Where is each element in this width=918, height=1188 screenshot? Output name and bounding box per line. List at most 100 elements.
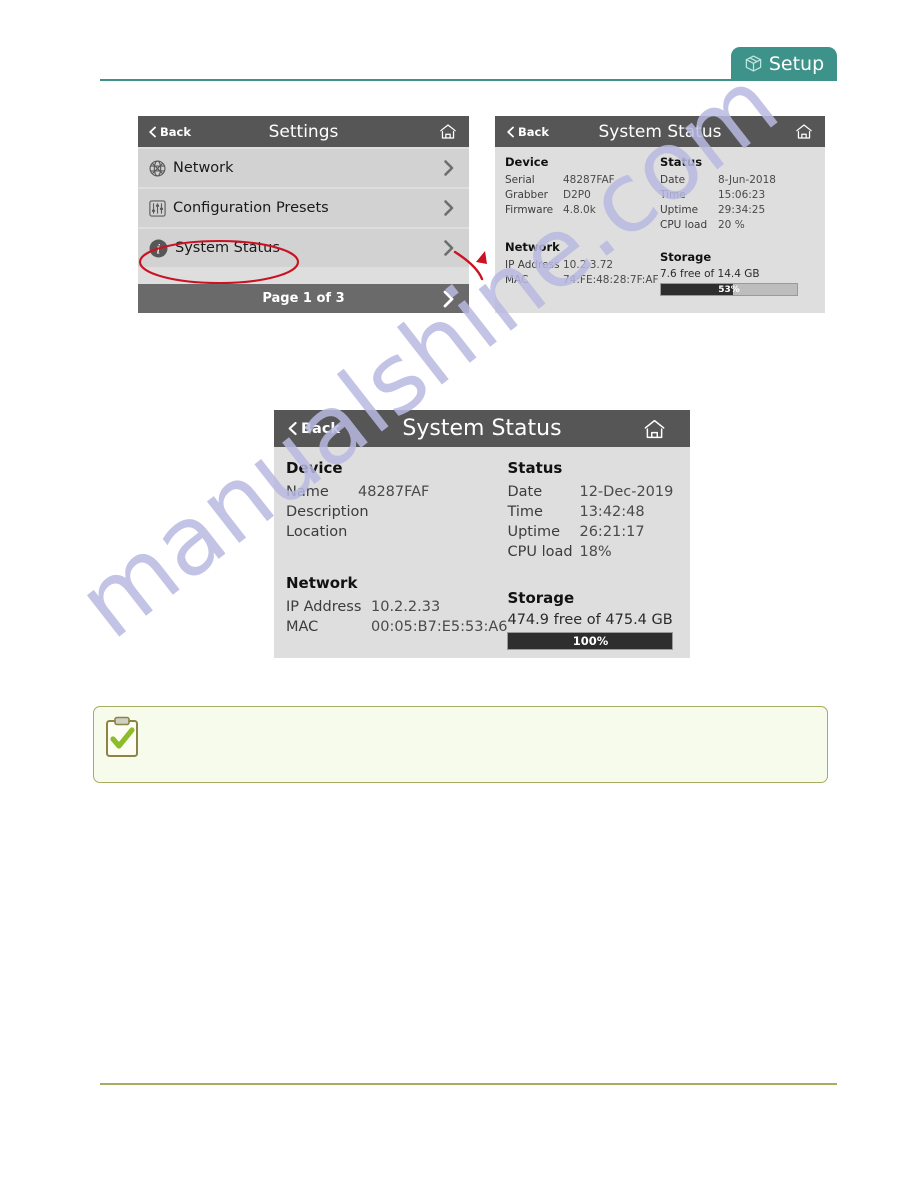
row-key: Time (660, 189, 686, 201)
device-row-location: Location (286, 522, 507, 542)
row-value: 29:34:25 (718, 204, 766, 216)
device-heading: Device (505, 155, 549, 169)
clipboard-check-icon (104, 716, 140, 758)
device-row-serial: Serial 48287FAF (505, 173, 660, 188)
chevron-right-icon (443, 200, 455, 217)
row-key: CPU load (660, 219, 708, 231)
back-button[interactable]: Back (287, 421, 340, 437)
row-key: MAC (286, 619, 319, 635)
chevron-right-icon[interactable] (442, 290, 455, 308)
row-value: 00:05:B7:E5:53:A6 (371, 619, 508, 635)
pagination-footer[interactable]: Page 1 of 3 (138, 284, 469, 313)
chevron-right-icon (443, 160, 455, 177)
storage-progress-bar: 53% (660, 283, 798, 296)
back-button-label: Back (518, 124, 549, 139)
status-row-time: Time 15:06:23 (660, 188, 815, 203)
settings-panel: Back Settings Network Configuration Pres… (138, 116, 469, 313)
status-heading: Status (660, 155, 703, 169)
red-arrow-head (476, 251, 487, 264)
storage-progress-bar: 100% (507, 632, 674, 650)
back-button-label: Back (301, 420, 341, 437)
chevron-right-icon (443, 240, 455, 257)
network-heading: Network (286, 574, 358, 592)
row-key: CPU load (507, 544, 573, 560)
row-value: 15:06:23 (718, 189, 766, 201)
chevron-left-icon (148, 126, 157, 138)
row-value: D2P0 (563, 189, 591, 201)
pagination-label: Page 1 of 3 (262, 291, 345, 306)
status-column: Status Date 8-Jun-2018 Time 15:06:23 Upt… (660, 155, 815, 296)
sidebar-item-label: Configuration Presets (173, 200, 329, 216)
status-panel-header: Back System Status (495, 116, 825, 147)
network-row-ip: IP Address 10.2.2.33 (286, 597, 507, 617)
storage-heading: Storage (660, 250, 712, 264)
globe-icon (148, 159, 167, 178)
sliders-icon (148, 199, 167, 218)
storage-summary: 474.9 free of 475.4 GB (507, 612, 673, 628)
row-value: 74:FE:48:28:7F:AF (563, 274, 659, 286)
chevron-left-icon (506, 126, 515, 138)
status-panel-header: Back System Status (274, 410, 690, 447)
status-row-cpu-load: CPU load 18% (507, 542, 676, 562)
status-row-uptime: Uptime 26:21:17 (507, 522, 676, 542)
settings-panel-header: Back Settings (138, 116, 469, 147)
row-key: Date (660, 174, 686, 186)
sidebar-item-label: System Status (175, 240, 280, 256)
home-icon[interactable] (439, 123, 457, 140)
status-row-cpu-load: CPU load 20 % (660, 218, 815, 233)
network-row-mac: MAC 00:05:B7:E5:53:A6 (286, 617, 507, 637)
row-key: Uptime (660, 204, 699, 216)
row-key: Date (507, 484, 543, 500)
row-value: 10.2.2.33 (371, 599, 441, 615)
network-row-mac: MAC 74:FE:48:28:7F:AF (505, 273, 660, 288)
sidebar-item-configuration-presets[interactable]: Configuration Presets (138, 189, 469, 227)
home-icon[interactable] (643, 418, 666, 440)
row-key: MAC (505, 274, 529, 286)
device-row-name: Name 48287FAF (286, 482, 507, 502)
box-icon (744, 54, 763, 73)
row-key: Description (286, 504, 369, 520)
system-status-panel-large: Back System Status Device Name 48287FAF … (274, 410, 690, 658)
setup-tab-label: Setup (768, 52, 825, 75)
row-key: Time (507, 504, 543, 520)
device-row-firmware: Firmware 4.8.0k (505, 203, 660, 218)
storage-progress-label: 100% (572, 634, 609, 648)
back-button[interactable]: Back (148, 125, 191, 139)
status-row-time: Time 13:42:48 (507, 502, 676, 522)
device-heading: Device (286, 459, 343, 477)
device-column: Device Serial 48287FAF Grabber D2P0 Firm… (505, 155, 660, 296)
storage-summary: 7.6 free of 14.4 GB (660, 268, 760, 280)
row-value: 12-Dec-2019 (579, 484, 674, 500)
row-value: 48287FAF (563, 174, 615, 186)
svg-text:i: i (156, 242, 160, 257)
network-heading: Network (505, 240, 560, 254)
storage-progress-label: 53% (718, 284, 740, 295)
sidebar-item-system-status[interactable]: i System Status (138, 229, 469, 267)
row-value: 48287FAF (358, 484, 430, 500)
row-value: 4.8.0k (563, 204, 596, 216)
note-box (93, 706, 828, 783)
back-button[interactable]: Back (506, 125, 549, 139)
status-heading: Status (507, 459, 563, 477)
info-icon: i (148, 238, 169, 259)
device-column: Device Name 48287FAF Description Locatio… (286, 459, 507, 650)
row-value: 10.2.3.72 (563, 259, 614, 271)
status-row-date: Date 8-Jun-2018 (660, 173, 815, 188)
back-button-label: Back (160, 124, 191, 139)
row-key: Firmware (505, 204, 554, 216)
status-row-uptime: Uptime 29:34:25 (660, 203, 815, 218)
setup-tab[interactable]: Setup (731, 47, 837, 80)
status-row-date: Date 12-Dec-2019 (507, 482, 676, 502)
network-row-ip: IP Address 10.2.3.72 (505, 258, 660, 273)
row-value: 13:42:48 (579, 504, 645, 520)
status-column: Status Date 12-Dec-2019 Time 13:42:48 Up… (507, 459, 676, 650)
device-row-description: Description (286, 502, 507, 522)
sidebar-item-network[interactable]: Network (138, 149, 469, 187)
row-key: Grabber (505, 189, 548, 201)
row-value: 8-Jun-2018 (718, 174, 776, 186)
row-key: Uptime (507, 524, 561, 540)
sidebar-item-label: Network (173, 160, 234, 176)
home-icon[interactable] (795, 123, 813, 140)
status-body: Device Name 48287FAF Description Locatio… (274, 447, 690, 650)
system-status-panel-small: Back System Status Device Serial 48287FA… (495, 116, 825, 313)
